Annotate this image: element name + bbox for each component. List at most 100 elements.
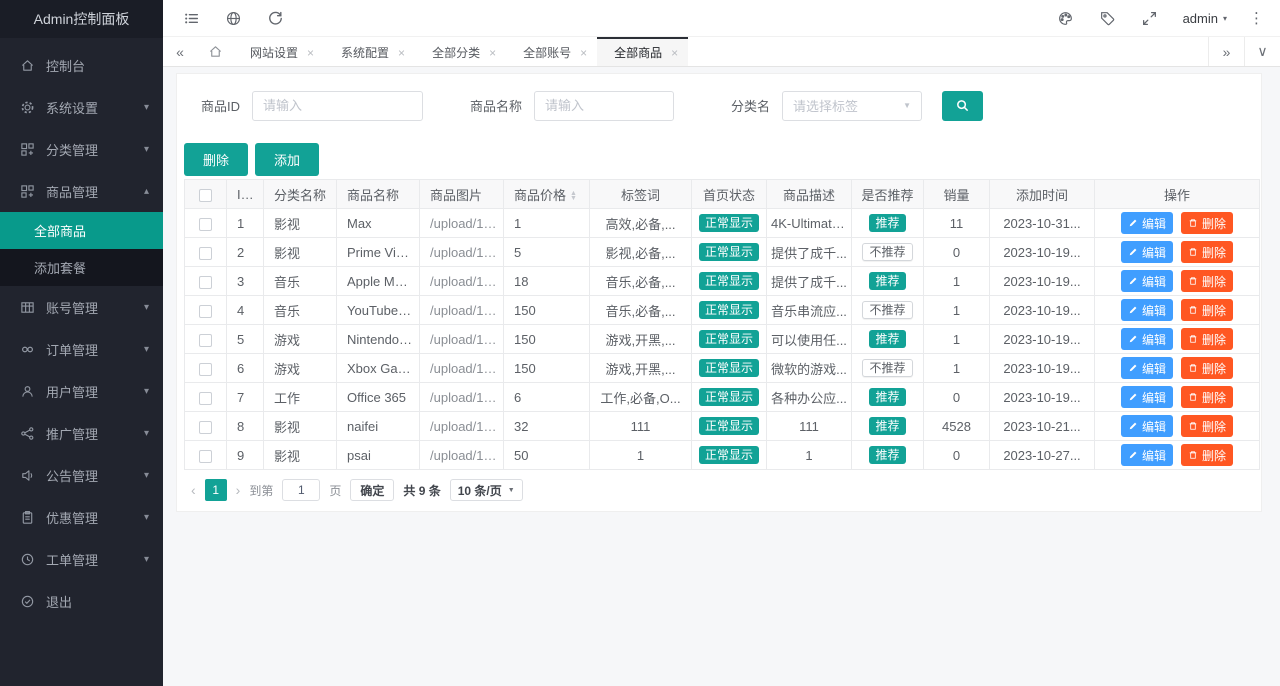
- delete-button[interactable]: 删除: [1181, 299, 1233, 321]
- tab-all-products[interactable]: 全部商品 ×: [597, 37, 688, 66]
- tag-icon[interactable]: [1099, 10, 1116, 27]
- sidebar-item-system-settings[interactable]: 系统设置▾: [0, 86, 163, 128]
- tab-close-icon[interactable]: ×: [580, 46, 587, 60]
- current-page-button[interactable]: 1: [205, 479, 227, 501]
- sidebar-item-user-management[interactable]: 用户管理▾: [0, 370, 163, 412]
- globe-icon[interactable]: [225, 10, 242, 27]
- row-checkbox[interactable]: [199, 218, 212, 231]
- sidebar-item-product-management[interactable]: 商品管理▴: [0, 170, 163, 212]
- edit-button[interactable]: 编辑: [1121, 386, 1173, 408]
- row-checkbox[interactable]: [199, 421, 212, 434]
- tab-close-icon[interactable]: ×: [398, 46, 405, 60]
- cell-category: 工作: [264, 383, 337, 412]
- delete-button[interactable]: 删除: [1181, 357, 1233, 379]
- edit-button[interactable]: 编辑: [1121, 444, 1173, 466]
- tab-label: 全部商品: [614, 44, 662, 61]
- edit-button[interactable]: 编辑: [1121, 357, 1173, 379]
- row-checkbox[interactable]: [199, 247, 212, 260]
- edit-button[interactable]: 编辑: [1121, 328, 1173, 350]
- table-row: 2影视Prime Video/upload/169...5影视,必备,...正常…: [185, 238, 1260, 267]
- delete-selected-button[interactable]: 删除: [184, 143, 248, 176]
- tab-system-config[interactable]: 系统配置×: [324, 37, 415, 66]
- row-checkbox[interactable]: [199, 305, 212, 318]
- goto-page-input[interactable]: [282, 479, 320, 501]
- palette-icon[interactable]: [1057, 10, 1074, 27]
- sidebar-item-category-management[interactable]: 分类管理▾: [0, 128, 163, 170]
- tab-all-accounts[interactable]: 全部账号×: [506, 37, 597, 66]
- prev-page-icon[interactable]: ‹: [191, 482, 196, 498]
- tab-close-icon[interactable]: ×: [489, 46, 496, 60]
- sort-icon[interactable]: ▲▼: [254, 190, 261, 200]
- delete-button[interactable]: 删除: [1181, 328, 1233, 350]
- cell-added-time: 2023-10-19...: [990, 267, 1095, 296]
- trash-icon: [1188, 276, 1198, 286]
- cell-name: YouTube M...: [337, 296, 420, 325]
- tabs-scroll-left-icon[interactable]: «: [163, 37, 197, 66]
- edit-button-label: 编辑: [1142, 418, 1166, 435]
- sidebar-subitem-add-package[interactable]: 添加套餐: [0, 249, 163, 286]
- edit-button[interactable]: 编辑: [1121, 299, 1173, 321]
- grid-plus-icon: [20, 142, 35, 157]
- row-checkbox[interactable]: [199, 363, 212, 376]
- category-select[interactable]: 请选择标签 ▼: [782, 91, 922, 121]
- row-checkbox[interactable]: [199, 276, 212, 289]
- sidebar-item-console[interactable]: 控制台: [0, 44, 163, 86]
- edit-button[interactable]: 编辑: [1121, 270, 1173, 292]
- delete-button[interactable]: 删除: [1181, 212, 1233, 234]
- sidebar-item-promotion-management[interactable]: 推广管理▾: [0, 412, 163, 454]
- sidebar-item-ticket-management[interactable]: 工单管理▾: [0, 538, 163, 580]
- delete-button[interactable]: 删除: [1181, 241, 1233, 263]
- select-all-checkbox[interactable]: [199, 189, 212, 202]
- cell-category: 影视: [264, 238, 337, 267]
- sidebar-item-logout[interactable]: 退出: [0, 580, 163, 622]
- cell-description: 微软的游戏...: [767, 354, 852, 383]
- delete-button[interactable]: 删除: [1181, 270, 1233, 292]
- menu-collapse-icon[interactable]: [183, 10, 200, 27]
- goto-confirm-button[interactable]: 确定: [350, 479, 394, 501]
- product-id-input[interactable]: [252, 91, 423, 121]
- cell-sales: 1: [924, 325, 990, 354]
- row-checkbox[interactable]: [199, 392, 212, 405]
- sidebar-item-discount-management[interactable]: 优惠管理▾: [0, 496, 163, 538]
- refresh-icon[interactable]: [267, 10, 284, 27]
- sidebar-item-order-management[interactable]: 订单管理▾: [0, 328, 163, 370]
- column-header-5[interactable]: 商品价格▲▼: [504, 180, 590, 209]
- kebab-menu-icon[interactable]: ⋮: [1249, 9, 1264, 27]
- tab-all-categories[interactable]: 全部分类×: [415, 37, 506, 66]
- page-size-select[interactable]: 10 条/页 ▼: [450, 479, 523, 501]
- delete-button[interactable]: 删除: [1181, 415, 1233, 437]
- edit-button[interactable]: 编辑: [1121, 241, 1173, 263]
- row-checkbox[interactable]: [199, 334, 212, 347]
- fullscreen-icon[interactable]: [1141, 10, 1158, 27]
- delete-button[interactable]: 删除: [1181, 386, 1233, 408]
- tab-close-icon[interactable]: ×: [307, 46, 314, 60]
- cell-tags: 音乐,必备,...: [590, 267, 692, 296]
- home-tab-icon[interactable]: [197, 37, 233, 66]
- cell-sales: 11: [924, 209, 990, 238]
- search-button[interactable]: [942, 91, 983, 121]
- sidebar-item-label: 订单管理: [46, 340, 98, 359]
- delete-button[interactable]: 删除: [1181, 444, 1233, 466]
- tab-close-icon[interactable]: ×: [671, 46, 678, 60]
- tabs-menu-icon[interactable]: ∨: [1244, 37, 1280, 66]
- sort-icon[interactable]: ▲▼: [570, 191, 577, 201]
- product-name-input[interactable]: [534, 91, 674, 121]
- row-checkbox-cell: [185, 383, 227, 412]
- user-menu[interactable]: admin ▾: [1183, 11, 1227, 26]
- row-checkbox[interactable]: [199, 450, 212, 463]
- sidebar-item-announcement-management[interactable]: 公告管理▾: [0, 454, 163, 496]
- cell-recommend: 推荐: [852, 325, 924, 354]
- edit-button[interactable]: 编辑: [1121, 212, 1173, 234]
- cell-home-status: 正常显示: [692, 296, 767, 325]
- cell-price: 1: [504, 209, 590, 238]
- tabs-scroll-right-icon[interactable]: »: [1208, 37, 1244, 66]
- sidebar-item-account-management[interactable]: 账号管理▾: [0, 286, 163, 328]
- column-header-1[interactable]: ID▲▼: [227, 180, 264, 209]
- cell-name: Xbox Game...: [337, 354, 420, 383]
- next-page-icon[interactable]: ›: [236, 482, 241, 498]
- edit-button[interactable]: 编辑: [1121, 415, 1173, 437]
- add-product-button[interactable]: 添加: [255, 143, 319, 176]
- tab-site-settings[interactable]: 网站设置×: [233, 37, 324, 66]
- cell-recommend: 推荐: [852, 441, 924, 470]
- sidebar-subitem-all-products[interactable]: 全部商品: [0, 212, 163, 249]
